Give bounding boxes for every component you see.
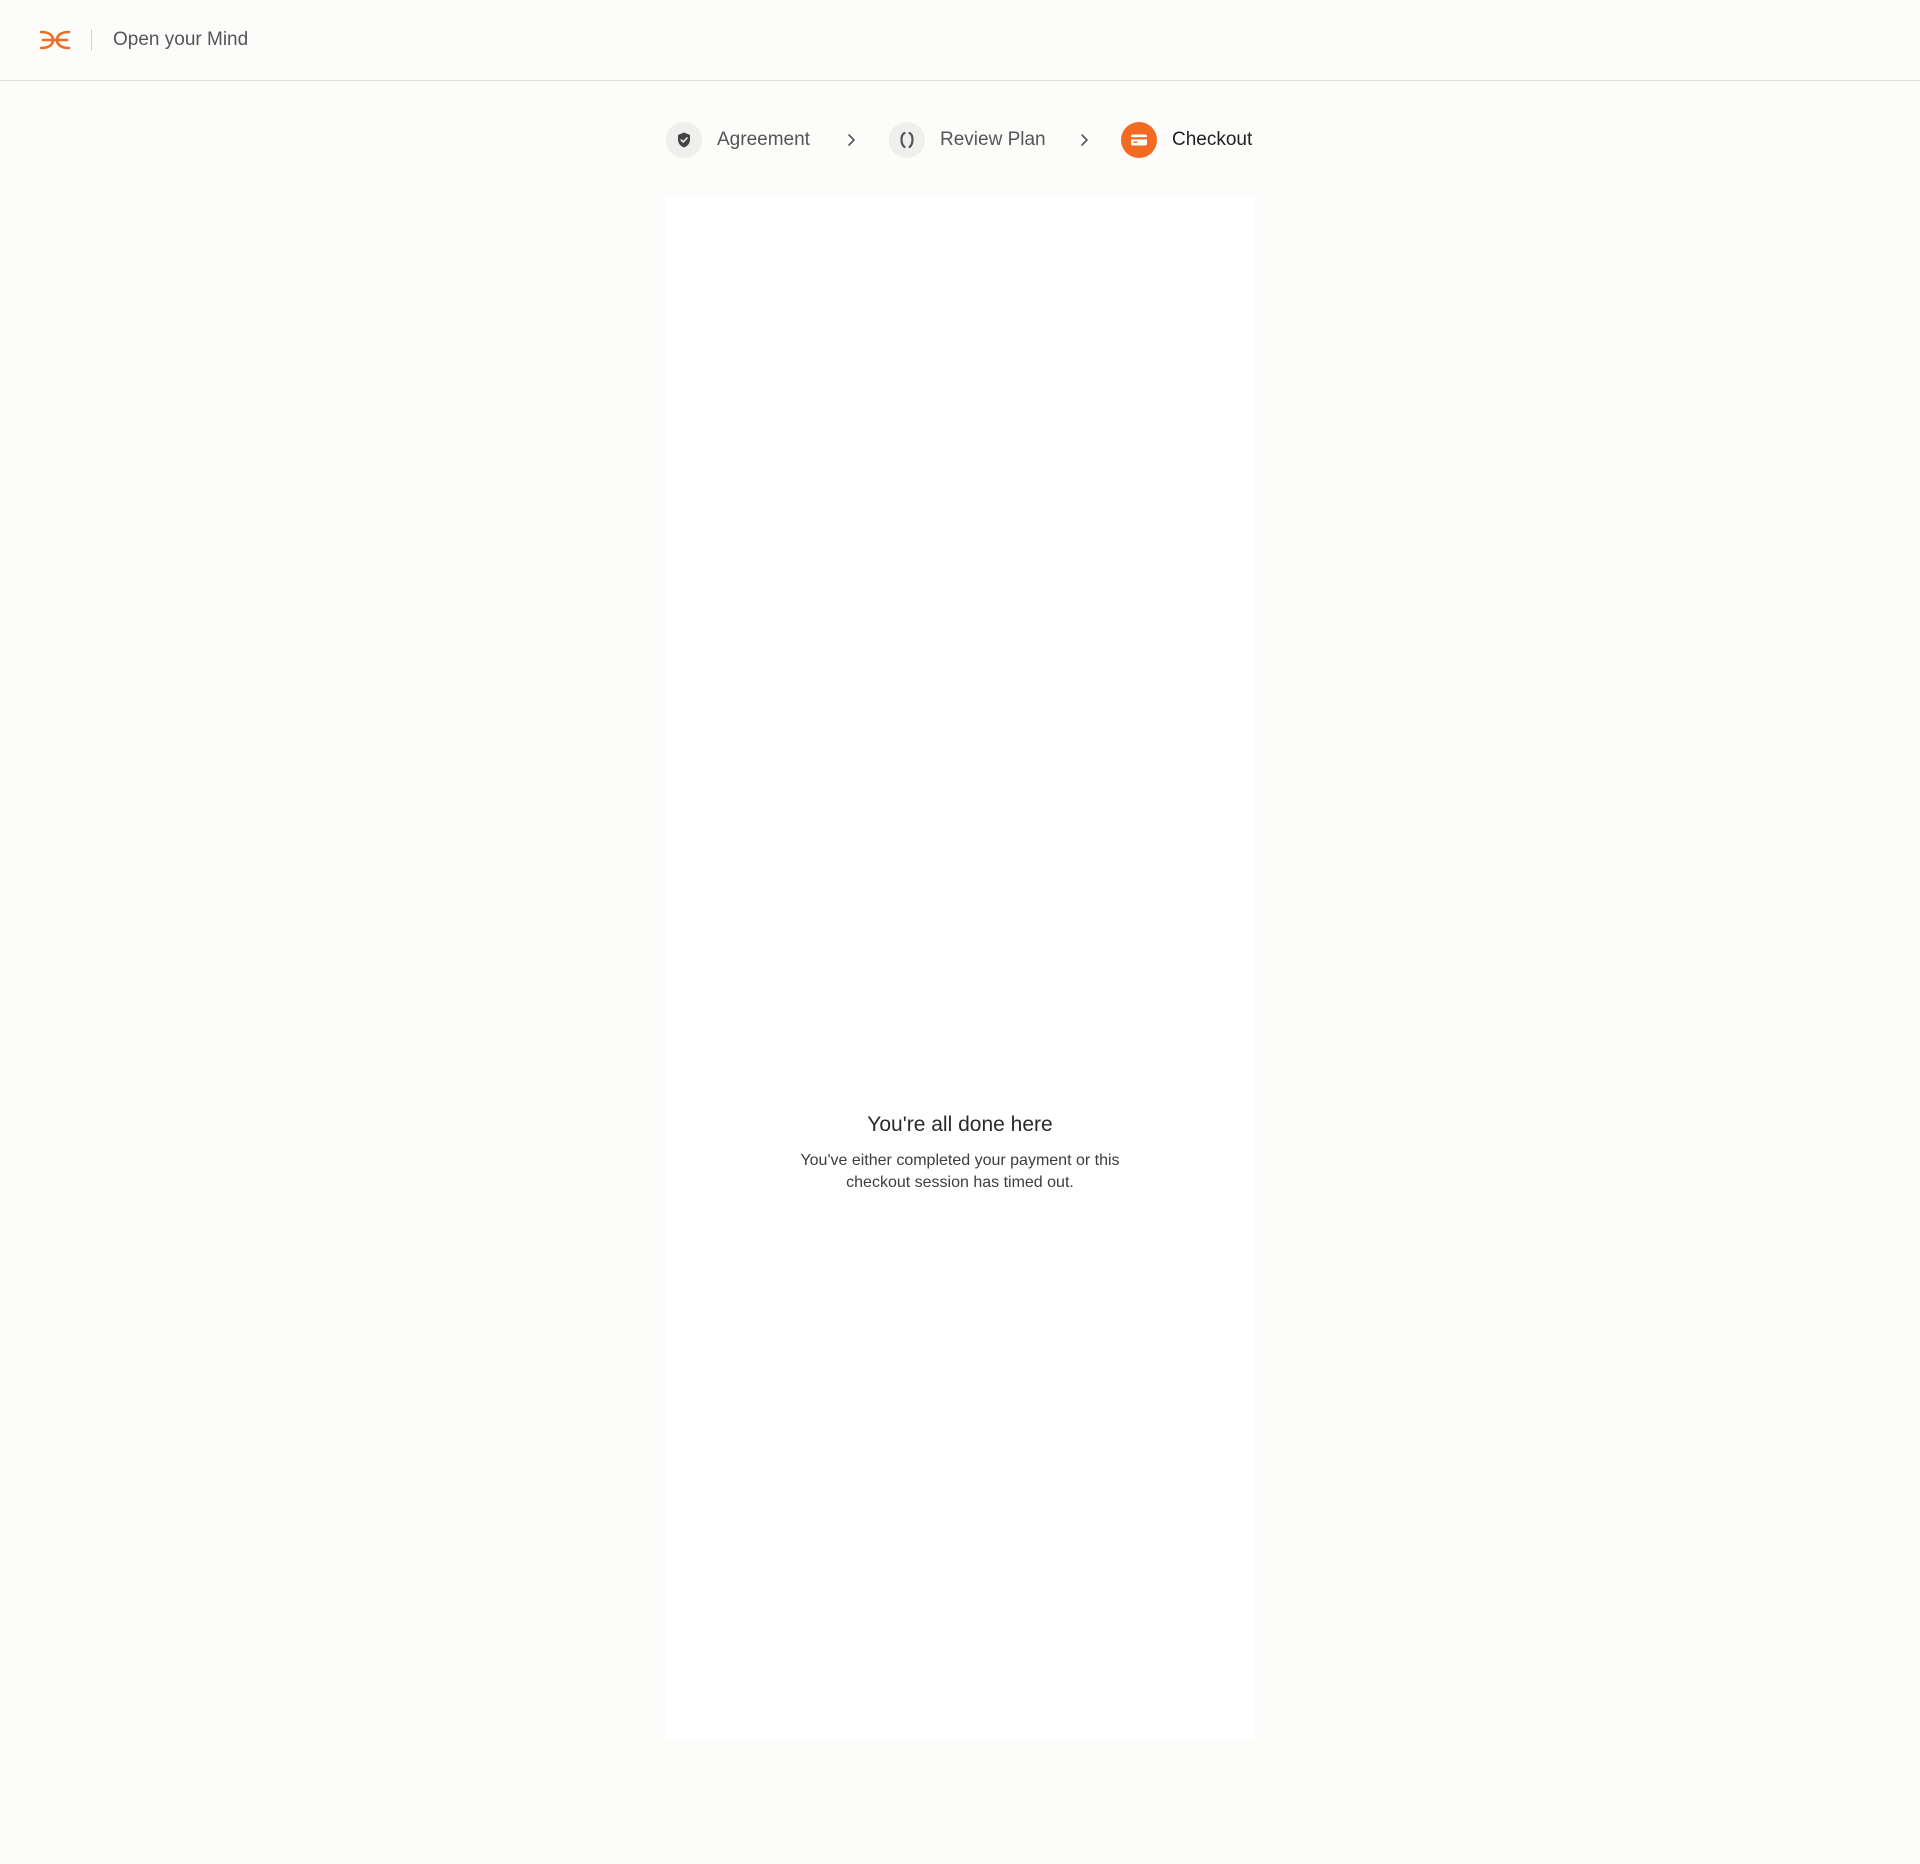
step-checkout-badge xyxy=(1121,122,1157,158)
brand-logo-icon[interactable] xyxy=(39,28,71,52)
top-bar: Open your Mind xyxy=(0,0,1920,81)
step-review-plan[interactable]: Review Plan xyxy=(889,122,1046,158)
chevron-right-icon xyxy=(848,134,855,146)
credit-card-icon xyxy=(1131,134,1147,146)
chevron-right-icon xyxy=(1081,134,1088,146)
checkout-stepper: Agreement Review Plan Checkout xyxy=(666,122,1256,158)
step-review-plan-badge xyxy=(889,122,925,158)
step-agreement-badge xyxy=(666,122,702,158)
laurel-icon xyxy=(900,131,914,149)
step-agreement-label: Agreement xyxy=(717,129,810,150)
brand-divider xyxy=(91,29,92,51)
step-agreement[interactable]: Agreement xyxy=(666,122,810,158)
shield-check-icon xyxy=(678,132,690,148)
completion-message: You've either completed your payment or … xyxy=(800,1152,1120,1191)
checkout-panel: You're all done here You've either compl… xyxy=(666,196,1254,1738)
completion-title: You're all done here xyxy=(867,1113,1053,1136)
step-review-plan-label: Review Plan xyxy=(940,129,1046,150)
step-checkout[interactable]: Checkout xyxy=(1121,122,1252,158)
step-checkout-label: Checkout xyxy=(1172,129,1253,150)
brand-name: Open your Mind xyxy=(113,29,249,50)
